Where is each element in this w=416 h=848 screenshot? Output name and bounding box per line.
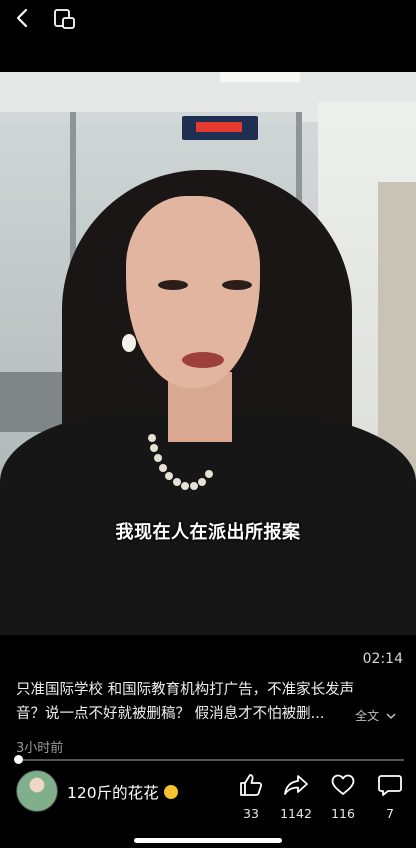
video-progress-bar[interactable]: [16, 759, 404, 761]
favorite-count: 116: [331, 806, 355, 821]
home-indicator: [134, 838, 282, 843]
avatar[interactable]: [16, 770, 58, 812]
video-scene-light: [220, 72, 300, 82]
share-count: 1142: [280, 806, 312, 821]
chevron-down-icon: [386, 713, 396, 720]
person-earring: [122, 334, 136, 352]
post-description[interactable]: 只准国际学校 和国际教育机构打广告，不准家长发声 音？说一点不好就被删稿？ 假消…: [16, 678, 402, 726]
picture-in-picture-button[interactable]: [53, 7, 77, 31]
share-button[interactable]: 1142: [276, 772, 316, 821]
comment-button[interactable]: 7: [370, 772, 410, 821]
post-time: 3小时前: [16, 741, 64, 756]
like-count: 33: [243, 806, 259, 821]
video-duration: 02:14: [362, 651, 403, 667]
heart-icon: [331, 774, 355, 795]
verified-badge-icon: [164, 785, 178, 799]
person-mouth: [182, 352, 224, 368]
video-player[interactable]: 我现在人在派出所报案: [0, 72, 416, 635]
description-line: 只准国际学校 和国际教育机构打广告，不准家长发声: [16, 682, 355, 698]
expand-description-button[interactable]: 全文: [355, 707, 396, 724]
comment-bubble-icon: [378, 775, 402, 796]
video-subtitle: 我现在人在派出所报案: [115, 522, 301, 543]
thumbs-up-icon: [240, 774, 263, 796]
author-name[interactable]: 120斤的花花: [67, 781, 159, 803]
person-eye: [222, 280, 252, 290]
expand-label: 全文: [355, 709, 380, 723]
description-line: 音？说一点不好就被删稿？ 假消息才不怕被删...: [16, 706, 325, 722]
back-button[interactable]: [12, 6, 34, 30]
share-arrow-icon: [284, 775, 308, 795]
comment-count: 7: [386, 806, 394, 821]
video-scene-led-sign: [182, 116, 258, 140]
favorite-button[interactable]: 116: [323, 772, 363, 821]
like-button[interactable]: 33: [231, 772, 271, 821]
person-eye: [158, 280, 188, 290]
top-bar: [0, 0, 416, 72]
picture-in-picture-icon: [54, 9, 75, 29]
chevron-left-icon: [16, 8, 28, 28]
progress-handle[interactable]: [14, 755, 23, 764]
